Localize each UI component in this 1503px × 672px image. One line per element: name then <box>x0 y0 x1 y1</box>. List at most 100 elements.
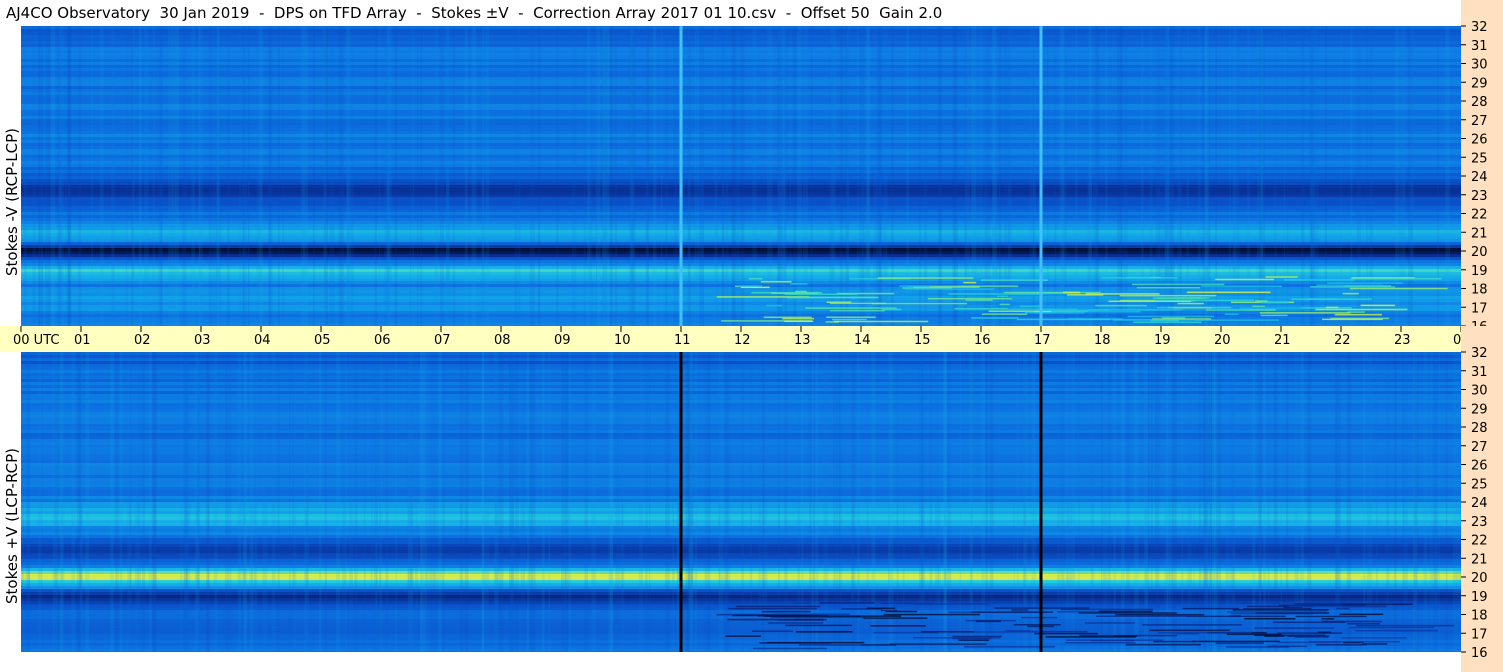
spectrogram-bottom-band-row <box>21 595 1461 599</box>
spectrogram-top-texture-streak <box>453 26 455 326</box>
spectrogram-top-texture-streak <box>215 26 218 326</box>
spectrogram-bottom-band-row <box>21 508 1461 512</box>
spectrogram-top-texture-streak <box>587 26 590 326</box>
spectrogram-top-texture-streak <box>259 26 263 326</box>
spectrogram-bottom-texture-streak <box>584 352 589 652</box>
spectrogram-bottom-texture-streak <box>985 352 988 652</box>
spectrogram-top-texture-streak <box>1095 26 1100 326</box>
spectrogram-bottom-interference-streak <box>798 644 867 646</box>
spectrogram-bottom-texture-streak <box>395 352 398 652</box>
spectrogram-top-texture-streak <box>58 26 64 326</box>
time-axis-ticks: 00 UTC 01 02 03 04 05 06 07 08 09 10 11 12 13 14 15 16 17… <box>13 326 1461 348</box>
spectrogram-top-interference-streak <box>1133 321 1202 323</box>
spectrogram-bottom-interference-streak <box>1021 616 1058 619</box>
spectrogram-bottom-texture-streak <box>1166 352 1168 652</box>
spectrogram-bottom-texture-streak <box>1212 352 1214 652</box>
spectrogram-top-texture-streak <box>45 26 48 326</box>
spectrogram-top-interference-streak <box>1095 304 1147 307</box>
spectrogram-bottom-texture-streak <box>151 352 157 652</box>
spectrogram-bottom-texture-streak <box>688 352 694 652</box>
spectrogram-bottom-texture-streak <box>127 352 132 652</box>
spectrogram-top-interference-streak <box>1350 278 1442 280</box>
spectrogram-top-texture-streak <box>1149 26 1153 326</box>
spectrogram-bottom-texture-streak <box>335 352 341 652</box>
spectrogram-top-texture-streak <box>1166 26 1170 326</box>
spectrogram-top-texture-streak <box>985 26 991 326</box>
spectrogram-bottom-texture-streak <box>672 352 675 652</box>
spectrogram-bottom-time-marker <box>679 352 683 652</box>
spectrogram-top-texture-streak <box>434 26 438 326</box>
spectrogram-bottom-interference-streak <box>1321 618 1335 620</box>
time-tick-label: 03 <box>194 333 211 348</box>
spectrogram-bottom-interference-streak <box>975 620 1001 623</box>
spectrogram-top-texture-streak <box>537 26 541 326</box>
spectrogram-bottom-band-row <box>21 361 1461 365</box>
spectrogram-top-texture-streak <box>699 26 705 326</box>
spectrogram-top-texture-streak <box>394 26 398 326</box>
spectrogram-bottom-band-row <box>21 523 1461 527</box>
spectrogram-top-texture-streak <box>866 26 870 326</box>
frequency-tick-label: 31 <box>1471 39 1488 54</box>
spectrogram-top-texture-streak <box>175 26 179 326</box>
spectrogram-bottom-texture-streak <box>1213 352 1215 652</box>
spectrogram-top-texture-streak <box>64 26 67 326</box>
spectrogram-top-texture-streak <box>1105 26 1108 326</box>
spectrogram-bottom-texture-streak <box>620 352 625 652</box>
spectrogram-bottom-texture-streak <box>21 352 25 652</box>
spectrogram-bottom-texture-streak <box>1113 352 1116 652</box>
spectrogram-bottom-interference-streak <box>1339 613 1384 616</box>
spectrogram-bottom-interference-streak <box>1149 629 1230 632</box>
frequency-axis-bottom-ticks: 32 31 30 29 28 27 26 25 24 23 22 21 20 19 18 17 16 <box>1461 346 1488 661</box>
spectrogram-top-texture-streak <box>208 26 213 326</box>
spectrogram-bottom-texture-streak <box>114 352 119 652</box>
spectrogram-bottom-texture-streak <box>1060 352 1065 652</box>
spectrogram-bottom-texture-streak <box>541 352 545 652</box>
spectrogram-bottom-band-row <box>21 424 1461 428</box>
spectrogram-bottom-texture-streak <box>239 352 241 652</box>
spectrogram-top-interference-streak <box>763 316 812 319</box>
spectrogram-bottom-interference-streak <box>761 610 811 613</box>
spectrogram-bottom-band-row <box>21 565 1461 569</box>
spectrogram-bottom-band-row <box>21 559 1461 563</box>
spectrogram-bottom-interference-streak <box>1295 615 1367 618</box>
spectrogram-top-interference-streak <box>1349 287 1448 290</box>
spectrogram-top-interference-streak <box>739 285 763 287</box>
spectrogram-bottom-band-row <box>21 532 1461 536</box>
spectrogram-bottom-band-row <box>21 439 1461 443</box>
spectrogram-bottom-band-row <box>21 373 1461 377</box>
time-tick-label: 08 <box>494 333 511 348</box>
spectrogram-top-texture-streak <box>1170 26 1175 326</box>
spectrogram-bottom-band-row <box>21 388 1461 392</box>
spectrogram-top-texture-streak <box>998 26 1000 326</box>
spectrogram-top-texture-streak <box>1340 26 1342 326</box>
spectrogram-bottom-texture-streak <box>180 352 183 652</box>
spectrogram-bottom-texture-streak <box>1168 352 1173 652</box>
spectrogram-top-texture-streak <box>239 26 241 326</box>
spectrogram-top-texture-streak <box>731 26 735 326</box>
spectrogram-bottom-texture-streak <box>250 352 254 652</box>
spectrogram-top-texture-streak <box>978 26 984 326</box>
spectrogram-bottom-band-row <box>21 583 1461 587</box>
spectrogram-bottom-interference-streak <box>1115 613 1205 616</box>
spectrogram-top-texture-streak <box>1197 26 1201 326</box>
spectrogram-top-interference-streak <box>1316 284 1383 287</box>
spectrogram-top-texture-streak <box>1256 26 1261 326</box>
frequency-tick-label: 28 <box>1471 95 1488 110</box>
spectrogram-bottom-interference-streak <box>870 625 926 627</box>
spectrogram-top-texture-streak <box>923 26 928 326</box>
spectrogram-bottom-texture-streak <box>1013 352 1015 652</box>
spectrogram-bottom-band-row <box>21 481 1461 485</box>
spectrogram-top-texture-streak <box>417 26 419 326</box>
spectrogram-bottom-texture-streak <box>1204 352 1208 652</box>
spectrogram-bottom-interference-streak <box>883 613 980 616</box>
spectrogram-top-texture-streak <box>485 26 490 326</box>
spectrogram-top-interference-streak <box>927 297 1013 300</box>
spectrogram-bottom-interference-streak <box>1192 640 1281 643</box>
spectrogram-bottom-interference-streak <box>1355 629 1438 632</box>
spectrogram-bottom-interference-streak <box>958 639 990 641</box>
spectrogram-bottom-interference-streak <box>1348 626 1434 629</box>
spectrogram-top-texture-streak <box>198 26 201 326</box>
spectrogram-top-texture-streak <box>282 26 284 326</box>
spectrogram-bottom-interference-streak <box>768 622 823 624</box>
spectrogram-top-texture-streak <box>212 26 216 326</box>
